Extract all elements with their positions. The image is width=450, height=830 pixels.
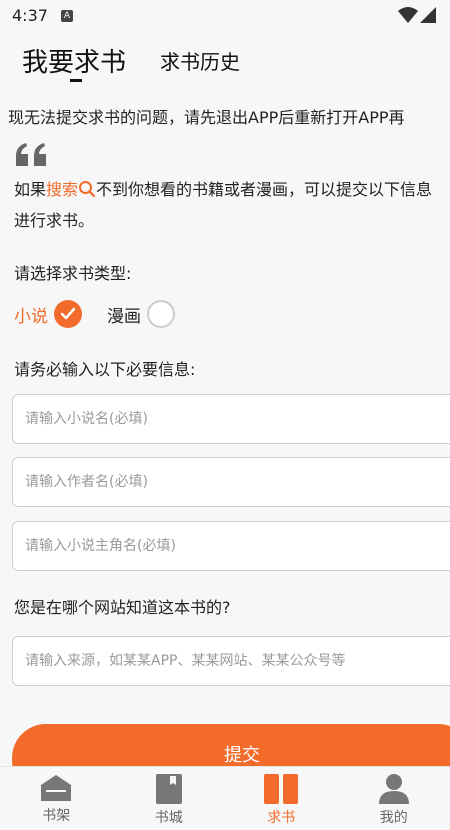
search-link[interactable]: 搜索 — [46, 180, 78, 199]
intro-pre-text: 如果 — [14, 180, 46, 199]
nav-item-profile[interactable]: 我的 — [338, 767, 450, 830]
nav-label-profile: 我的 — [380, 807, 408, 827]
notification-a-icon: A — [61, 10, 73, 22]
novel-name-field[interactable] — [12, 394, 450, 444]
type-option-comic[interactable]: 漫画 — [107, 300, 175, 328]
intro-text: 如果搜索不到你想看的书籍或者漫画，可以提交以下信息进行求书。 — [14, 174, 446, 236]
bookstore-icon — [154, 773, 184, 805]
notice-text: 现无法提交求书的问题，请先退出APP后重新打开APP再 — [8, 104, 405, 128]
profile-icon — [378, 773, 410, 805]
nav-label-bookstore: 书城 — [155, 807, 183, 827]
wifi-icon — [398, 6, 418, 24]
search-icon[interactable] — [78, 180, 96, 198]
protagonist-name-input[interactable] — [13, 522, 450, 570]
status-bar: 4:37 A — [0, 0, 450, 32]
tab-request-book[interactable]: 我要求书 — [22, 42, 126, 79]
nav-label-bookshelf: 书架 — [42, 805, 70, 825]
nav-item-request-book[interactable]: 求书 — [225, 767, 338, 830]
quote-icon — [14, 140, 50, 168]
nav-item-bookshelf[interactable]: 书架 — [0, 767, 113, 830]
novel-name-input[interactable] — [13, 395, 450, 443]
request-book-icon — [263, 773, 299, 805]
source-section-label: 您是在哪个网站知道这本书的? — [14, 594, 231, 618]
nav-item-bookstore[interactable]: 书城 — [113, 767, 226, 830]
bookshelf-icon — [38, 773, 74, 803]
bottom-nav: 书架 书城 求书 我的 — [0, 766, 450, 830]
type-option-comic-label: 漫画 — [107, 302, 141, 327]
protagonist-name-field[interactable] — [12, 521, 450, 571]
active-tab-indicator — [70, 79, 82, 82]
checked-icon[interactable] — [54, 300, 82, 328]
author-name-field[interactable] — [12, 457, 450, 507]
type-section-label: 请选择求书类型: — [14, 260, 131, 284]
type-option-novel[interactable]: 小说 — [14, 300, 82, 328]
tab-request-history[interactable]: 求书历史 — [160, 46, 240, 75]
top-tabs: 我要求书 求书历史 — [0, 32, 450, 92]
type-option-novel-label: 小说 — [14, 302, 48, 327]
cellular-signal-icon — [420, 6, 436, 24]
source-input[interactable] — [13, 637, 450, 685]
notice-marquee: 现无法提交求书的问题，请先退出APP后重新打开APP再 — [0, 102, 450, 128]
nav-label-request-book: 求书 — [267, 807, 295, 827]
author-name-input[interactable] — [13, 458, 450, 506]
required-section-label: 请务必输入以下必要信息: — [14, 356, 195, 380]
status-time: 4:37 — [12, 6, 48, 25]
source-field[interactable] — [12, 636, 450, 686]
unchecked-radio-icon[interactable] — [147, 300, 175, 328]
